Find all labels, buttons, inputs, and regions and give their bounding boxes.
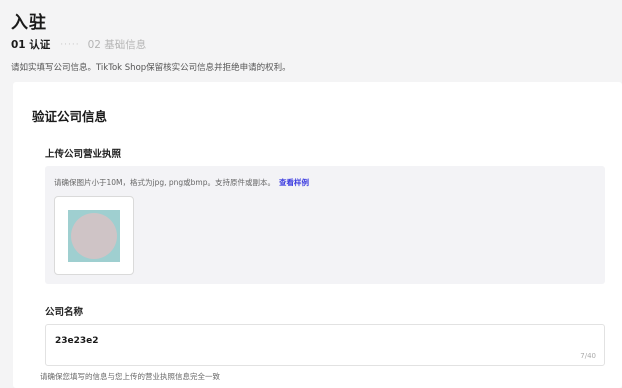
company-name-input[interactable]: [55, 336, 535, 346]
company-name-field[interactable]: 7/40: [45, 324, 605, 366]
upload-hint-text: 请确保图片小于10M，格式为jpg, png或bmp。支持原件或副本。: [54, 178, 275, 187]
license-image: [68, 210, 120, 262]
upload-hint: 请确保图片小于10M，格式为jpg, png或bmp。支持原件或副本。 查看样例: [54, 177, 309, 188]
view-example-link[interactable]: 查看样例: [279, 178, 309, 187]
company-name-hint: 请确保您填写的信息与您上传的营业执照信息完全一致: [40, 372, 220, 381]
upload-license-label: 上传公司营业执照: [45, 149, 122, 160]
company-name-label: 公司名称: [45, 307, 84, 318]
page-title: 入驻: [11, 13, 47, 33]
section-title: 验证公司信息: [32, 109, 108, 124]
step-separator: ·····: [60, 39, 80, 50]
upload-area: 请确保图片小于10M，格式为jpg, png或bmp。支持原件或副本。 查看样例: [45, 166, 605, 284]
uploaded-license-thumbnail[interactable]: [54, 196, 134, 275]
notice-text: 请如实填写公司信息。TikTok Shop保留核实公司信息并拒绝申请的权利。: [11, 63, 291, 73]
step-indicator: 01 认证 ····· 02 基础信息: [11, 37, 146, 52]
step-verification: 01 认证: [11, 39, 51, 51]
company-info-card: 验证公司信息 上传公司营业执照 请确保图片小于10M，格式为jpg, png或b…: [13, 82, 622, 388]
step-basic-info: 02 基础信息: [87, 39, 147, 51]
license-image-shape: [71, 213, 117, 259]
char-count: 7/40: [580, 352, 596, 360]
